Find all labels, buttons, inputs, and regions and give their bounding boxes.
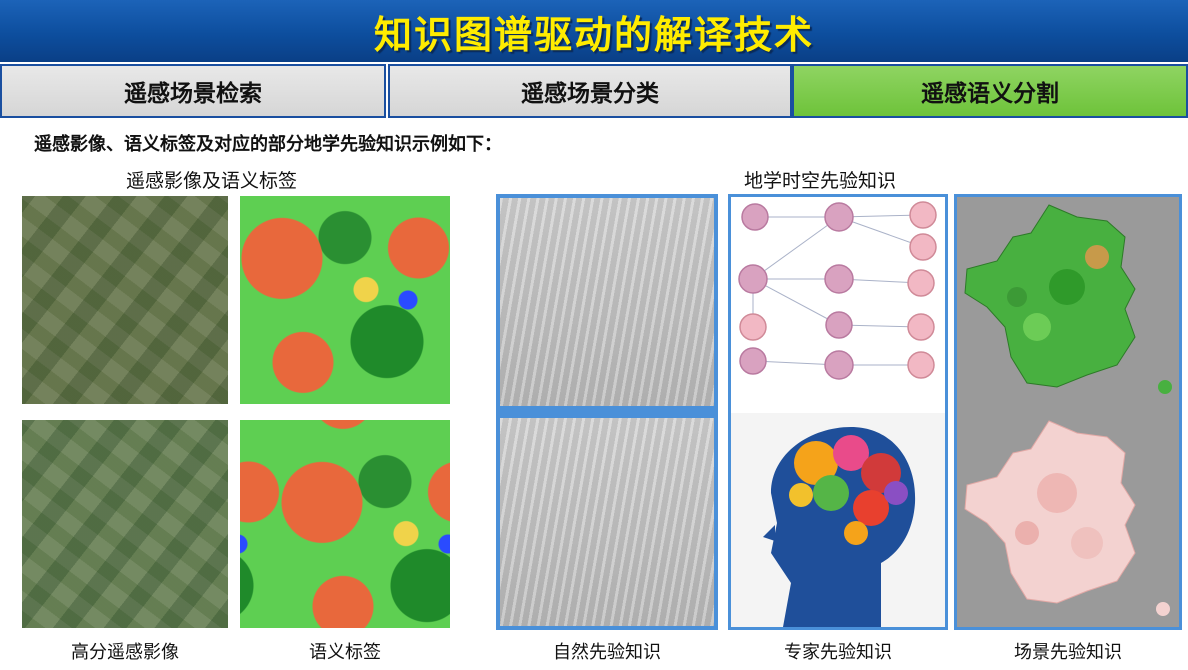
caption-semantic-label: 语义标签 [309,642,381,663]
tab-scene-classification[interactable]: 遥感场景分类 [388,64,792,118]
expert-knowledge-panel [728,194,948,630]
tab-bar: 遥感场景检索 遥感场景分类 遥感语义分割 [0,64,1188,118]
knowledge-section-title: 地学时空先验知识 [744,170,897,192]
france-scene-density-map [964,420,1170,616]
caption-expert-knowledge: 专家先验知识 [784,642,892,663]
tab-semantic-segmentation[interactable]: 遥感语义分割 [792,64,1188,118]
brain-gears-illustration [731,413,945,627]
semantic-label-map-top [240,196,450,404]
scene-knowledge-panel [954,194,1182,630]
caption-scene-knowledge: 场景先验知识 [1014,642,1122,663]
satellite-image-top [22,196,228,404]
france-landcover-map [964,204,1172,394]
hillshade-map-top [500,198,714,406]
satellite-image-bottom [22,420,228,628]
tab-scene-retrieval[interactable]: 遥感场景检索 [0,64,386,118]
title-banner: 知识图谱驱动的解译技术 [0,0,1188,62]
caption-hr-image: 高分遥感影像 [71,642,179,663]
semantic-label-map-bottom [240,420,450,628]
page-title: 知识图谱驱动的解译技术 [373,12,814,57]
imagery-section-title: 遥感影像及语义标签 [126,170,298,192]
intro-text: 遥感影像、语义标签及对应的部分地学先验知识示例如下： [34,134,502,155]
knowledge-graph [738,201,937,380]
caption-nature-knowledge: 自然先验知识 [553,642,661,663]
nature-knowledge-panel [496,194,718,630]
hillshade-map-bottom [500,418,714,626]
